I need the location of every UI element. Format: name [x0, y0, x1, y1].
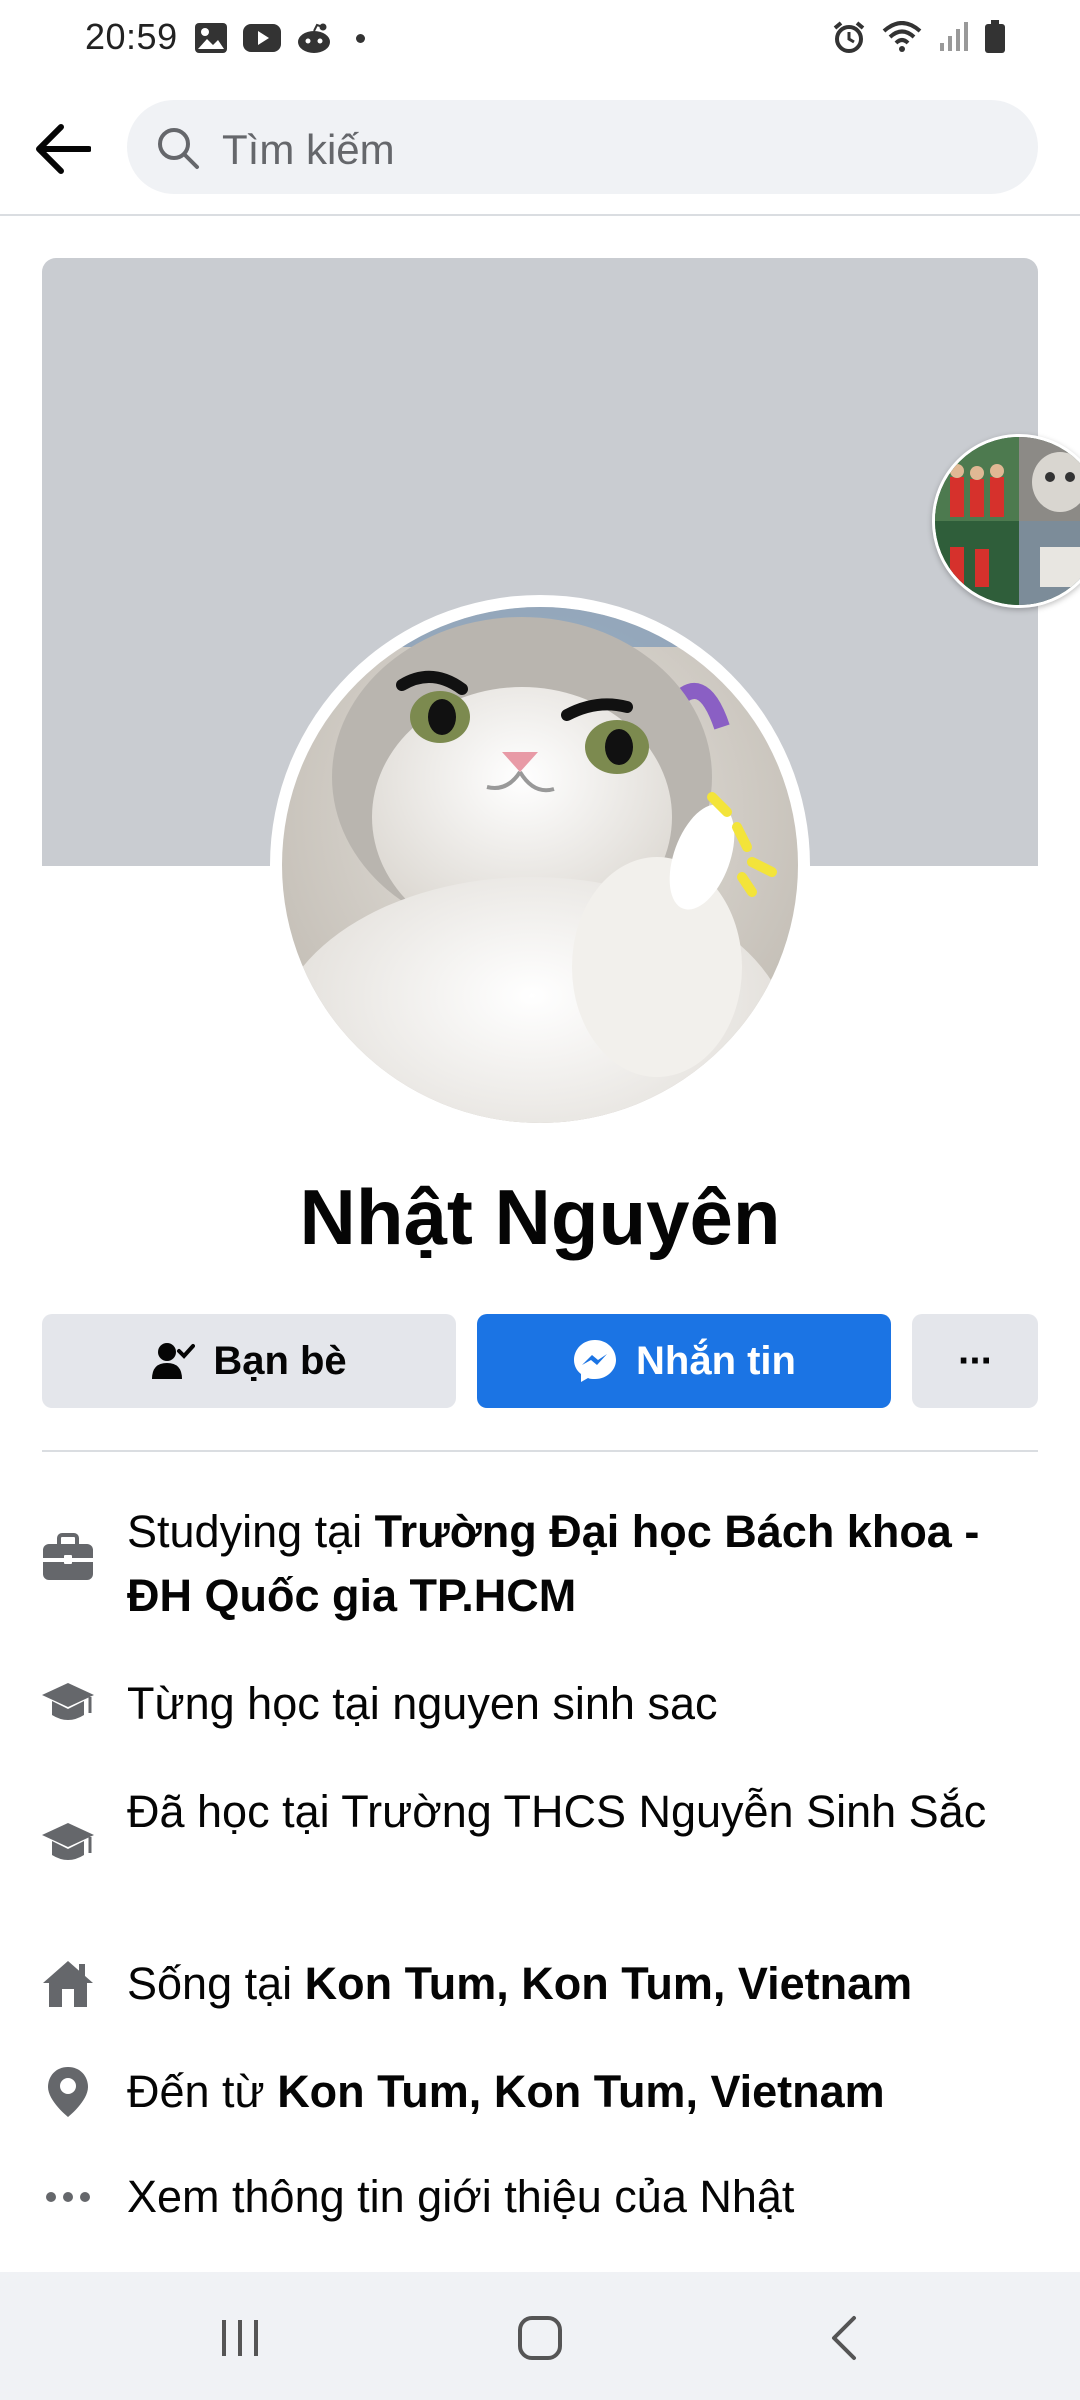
graduation-cap-icon: [38, 1674, 98, 1734]
search-icon: [158, 128, 199, 169]
search-input[interactable]: Tìm kiếm: [127, 100, 1038, 194]
home-button-icon: [518, 2316, 562, 2360]
system-nav-bar: [0, 2272, 1080, 2400]
messenger-icon: [574, 1340, 616, 1382]
home-icon: [38, 1954, 98, 2014]
location-pin-icon: [38, 2062, 98, 2122]
info-from-text: Đến từ Kon Tum, Kon Tum, Vietnam: [127, 2066, 885, 2117]
status-icons-right: [832, 20, 1006, 54]
back-button[interactable]: [28, 114, 98, 184]
info-work-text: Studying tại Trường Đại học Bách khoa - …: [127, 1506, 980, 1621]
profile-picture[interactable]: [270, 595, 810, 1135]
wifi-icon: [882, 21, 922, 52]
status-time: 20:59: [85, 16, 178, 57]
friends-button-label: Bạn bè: [213, 1338, 347, 1383]
info-education-1-text: Từng học tại nguyen sinh sac: [127, 1678, 718, 1729]
top-header: Tìm kiếm: [0, 78, 1080, 216]
gallery-icon: [195, 23, 227, 53]
recents-button[interactable]: [200, 2308, 280, 2368]
info-lives-in-text: Sống tại Kon Tum, Kon Tum, Vietnam: [127, 1958, 913, 2009]
more-options-label: ···: [958, 1339, 994, 1383]
message-button-label: Nhắn tin: [636, 1338, 796, 1383]
graduation-cap-icon: [38, 1814, 98, 1874]
notification-dot-icon: [356, 33, 365, 43]
see-about-info-text: Xem thông tin giới thiệu của Nhật: [127, 2171, 795, 2222]
signal-icon: [940, 22, 968, 51]
battery-icon: [985, 20, 1005, 53]
status-bar: 20:59: [0, 0, 1080, 78]
home-button[interactable]: [500, 2308, 580, 2368]
profile-name: Nhật Nguyên: [299, 1173, 781, 1261]
more-dots-icon: [38, 2167, 98, 2227]
briefcase-icon: [38, 1528, 98, 1588]
arrow-left-icon: [36, 124, 91, 174]
status-icons-left: [194, 22, 365, 54]
reddit-icon: [298, 23, 330, 53]
youtube-icon: [243, 24, 281, 52]
recents-icon: [222, 2320, 258, 2356]
more-options-button[interactable]: ···: [912, 1314, 1038, 1408]
friend-check-icon: [152, 1343, 196, 1379]
divider: [42, 1450, 1038, 1452]
info-education-2-text: Đã học tại Trường THCS Nguyễn Sinh Sắc: [127, 1786, 987, 1837]
alarm-icon: [833, 21, 865, 53]
message-button[interactable]: Nhắn tin: [477, 1314, 891, 1408]
system-back-button[interactable]: [804, 2308, 884, 2368]
back-chevron-icon: [832, 2316, 856, 2360]
search-placeholder: Tìm kiếm: [222, 126, 395, 173]
story-thumbnail-image: [935, 437, 1080, 605]
friends-button[interactable]: Bạn bè: [42, 1314, 456, 1408]
profile-picture-image: [282, 607, 798, 1123]
